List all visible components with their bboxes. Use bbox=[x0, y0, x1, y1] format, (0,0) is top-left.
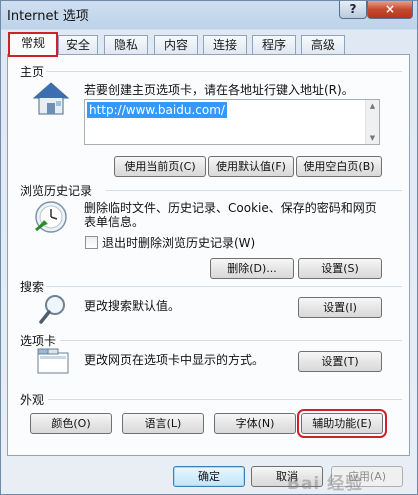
languages-button[interactable]: 语言(L) bbox=[122, 413, 204, 434]
tab-privacy[interactable]: 隐私 bbox=[104, 35, 148, 55]
fonts-button[interactable]: 字体(N) bbox=[214, 413, 296, 434]
title-bar[interactable]: Internet 选项 ? × bbox=[1, 1, 417, 27]
use-current-button[interactable]: 使用当前页(C) bbox=[114, 156, 206, 177]
tab-advanced[interactable]: 高级 bbox=[301, 35, 345, 55]
use-default-button[interactable]: 使用默认值(F) bbox=[208, 156, 294, 177]
search-settings-button[interactable]: 设置(I) bbox=[298, 297, 382, 318]
tab-content[interactable]: 内容 bbox=[154, 35, 198, 55]
internet-options-window: Internet 选项 ? × 常规 安全 隐私 内容 连接 程序 高级 主页 … bbox=[0, 0, 418, 495]
divider bbox=[48, 399, 402, 400]
window-title: Internet 选项 bbox=[7, 9, 89, 24]
url-scrollbar[interactable]: ▲ ▼ bbox=[365, 100, 379, 144]
divider bbox=[106, 190, 402, 191]
tab-strip: 常规 安全 隐私 内容 连接 程序 高级 bbox=[7, 32, 411, 57]
tab-connections[interactable]: 连接 bbox=[203, 35, 247, 55]
ok-button[interactable]: 确定 bbox=[173, 466, 245, 487]
history-section-label: 浏览历史记录 bbox=[20, 184, 93, 198]
scroll-down-icon: ▼ bbox=[369, 134, 376, 142]
delete-on-exit-label[interactable]: 退出时删除浏览历史记录(W) bbox=[102, 236, 255, 250]
use-blank-button[interactable]: 使用空白页(B) bbox=[296, 156, 382, 177]
tabs-settings-button[interactable]: 设置(T) bbox=[298, 351, 382, 372]
accessibility-button[interactable]: 辅助功能(E) bbox=[297, 409, 387, 438]
tab-general[interactable]: 常规 bbox=[8, 32, 58, 57]
baidu-watermark: Bai 经验 bbox=[287, 474, 364, 494]
history-description-line2: 表单信息。 bbox=[84, 215, 145, 229]
colors-button[interactable]: 颜色(O) bbox=[30, 413, 112, 434]
divider bbox=[46, 286, 402, 287]
general-tab-panel: 主页 若要创建主页选项卡，请在各地址行键入地址(R)。 http://www.b… bbox=[7, 54, 410, 456]
delete-history-button[interactable]: 删除(D)... bbox=[210, 258, 294, 279]
search-magnifier-icon bbox=[39, 295, 65, 324]
appearance-section-label: 外观 bbox=[20, 393, 45, 407]
home-description: 若要创建主页选项卡，请在各地址行键入地址(R)。 bbox=[84, 83, 354, 97]
search-description: 更改搜索默认值。 bbox=[84, 299, 181, 313]
scroll-up-icon: ▲ bbox=[369, 102, 376, 110]
history-description-line1: 删除临时文件、历史记录、Cookie、保存的密码和网页 bbox=[84, 201, 377, 215]
tabs-window-icon bbox=[37, 348, 69, 374]
home-url-textarea[interactable]: http://www.baidu.com/ ▲ ▼ bbox=[84, 99, 380, 145]
close-button[interactable]: × bbox=[367, 1, 413, 19]
help-button[interactable]: ? bbox=[339, 1, 367, 19]
history-clock-icon bbox=[35, 201, 67, 233]
history-settings-button[interactable]: 设置(S) bbox=[298, 258, 382, 279]
divider bbox=[46, 71, 402, 72]
home-section-label: 主页 bbox=[20, 65, 45, 79]
tab-security[interactable]: 安全 bbox=[58, 35, 98, 55]
tabs-description: 更改网页在选项卡中显示的方式。 bbox=[84, 353, 265, 367]
tab-programs[interactable]: 程序 bbox=[252, 35, 296, 55]
delete-on-exit-checkbox[interactable] bbox=[85, 236, 98, 249]
home-url-value: http://www.baidu.com/ bbox=[87, 102, 227, 118]
home-icon bbox=[32, 82, 70, 115]
divider bbox=[60, 340, 402, 341]
